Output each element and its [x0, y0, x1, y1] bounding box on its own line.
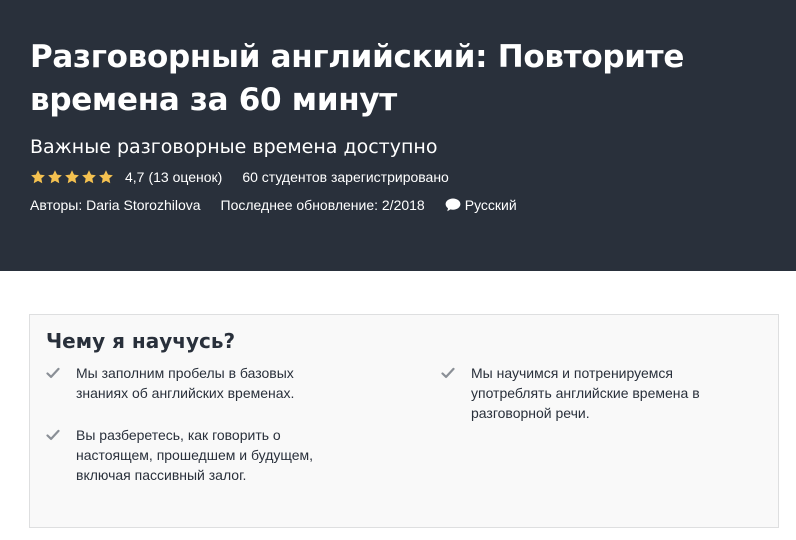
course-meta: Авторы: Daria Storozhilova Последнее обн… — [30, 194, 766, 216]
rating-row: 4,7 (13 оценок) 60 студентов зарегистрир… — [30, 166, 766, 188]
learn-item-text: Вы разберетесь, как говорить о настоящем… — [76, 427, 314, 483]
course-title: Разговорный английский: Повторите времен… — [30, 39, 685, 118]
what-you-will-learn: Чему я научусь? Мы заполним пробелы в ба… — [29, 314, 779, 528]
course-header: Разговорный английский: Повторите времен… — [0, 0, 796, 271]
learn-item: Вы разберетесь, как говорить о настоящем… — [46, 425, 441, 485]
learn-item-text: Мы заполним пробелы в базовых знаниях об… — [76, 365, 295, 401]
rating-count[interactable]: (13 оценок) — [148, 169, 222, 185]
course-subtitle: Важные разговорные времена доступно — [30, 136, 438, 158]
last-updated: Последнее обновление: 2/2018 — [220, 197, 425, 213]
rating-value: 4,7 — [125, 169, 145, 185]
star-icon — [47, 169, 63, 185]
check-icon — [46, 366, 60, 380]
speech-bubble-icon — [445, 198, 461, 212]
students-count: 60 студентов зарегистрировано — [242, 169, 449, 185]
authors-label: Авторы: — [30, 197, 83, 213]
star-icon — [81, 169, 97, 185]
learn-heading: Чему я научусь? — [46, 329, 236, 353]
check-icon — [441, 366, 455, 380]
star-icon — [30, 169, 46, 185]
learn-column-right: Мы научимся и потренируемся употреблять … — [441, 363, 741, 507]
author-link[interactable]: Daria Storozhilova — [86, 197, 200, 213]
learn-list: Мы заполним пробелы в базовых знаниях об… — [46, 363, 762, 507]
authors: Авторы: Daria Storozhilova — [30, 197, 201, 213]
learn-item-text: Мы научимся и потренируемся употреблять … — [471, 365, 700, 421]
learn-item: Мы научимся и потренируемся употреблять … — [441, 363, 741, 423]
star-icon — [64, 169, 80, 185]
learn-column-left: Мы заполним пробелы в базовых знаниях об… — [46, 363, 441, 507]
star-rating — [30, 169, 115, 185]
language-label: Русский — [464, 197, 517, 213]
language: Русский — [445, 197, 517, 213]
check-icon — [46, 428, 60, 442]
learn-item: Мы заполним пробелы в базовых знаниях об… — [46, 363, 441, 403]
star-icon — [98, 169, 114, 185]
